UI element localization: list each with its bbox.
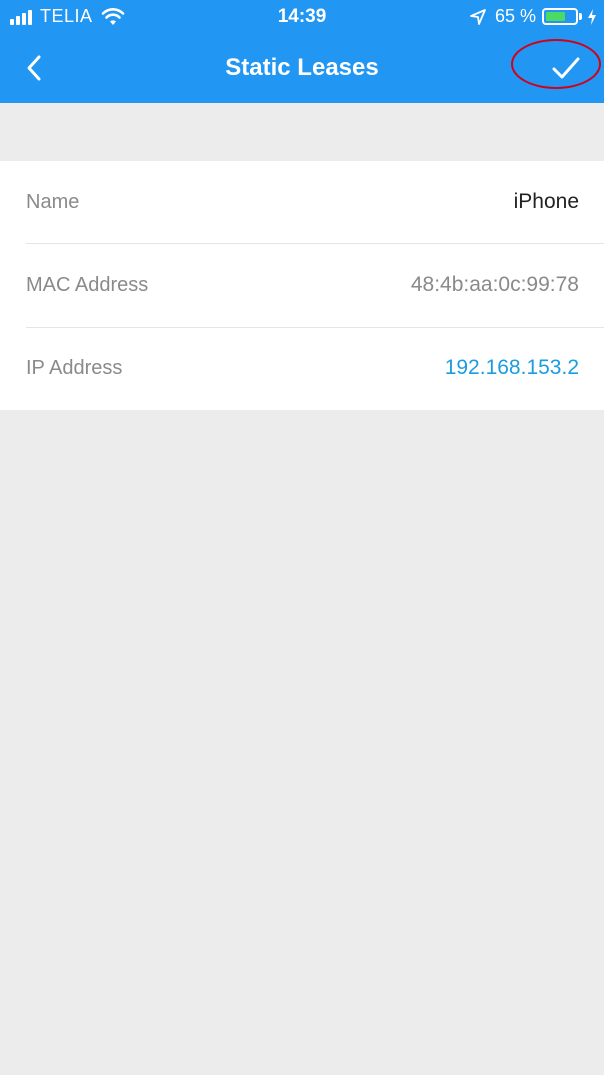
name-value: iPhone bbox=[513, 190, 579, 213]
page-title: Static Leases bbox=[225, 54, 379, 81]
ip-address-row[interactable]: IP Address 192.168.153.2 bbox=[0, 327, 604, 410]
name-label: Name bbox=[26, 191, 80, 213]
status-bar: TELIA 14:39 65 % bbox=[0, 0, 604, 34]
lease-details-card: Name iPhone MAC Address 48:4b:aa:0c:99:7… bbox=[0, 161, 604, 410]
battery-fill bbox=[546, 12, 565, 21]
confirm-button[interactable] bbox=[536, 48, 596, 88]
ip-address-value[interactable]: 192.168.153.2 bbox=[445, 356, 579, 380]
mac-address-value: 48:4b:aa:0c:99:78 bbox=[410, 273, 579, 296]
mac-address-label: MAC Address bbox=[26, 274, 149, 296]
nav-bar: Static Leases bbox=[0, 34, 604, 103]
name-row[interactable]: Name iPhone bbox=[0, 161, 604, 244]
ip-address-label: IP Address bbox=[26, 357, 123, 379]
app-header: TELIA 14:39 65 % Static Leases bbox=[0, 0, 604, 103]
checkmark-icon bbox=[552, 57, 580, 79]
battery-tip bbox=[579, 13, 582, 20]
battery-percent: 65 % bbox=[494, 6, 536, 26]
location-arrow-icon bbox=[470, 8, 486, 25]
status-right: 65 % bbox=[469, 6, 598, 27]
charging-bolt-icon bbox=[588, 8, 596, 25]
mac-address-row[interactable]: MAC Address 48:4b:aa:0c:99:78 bbox=[0, 244, 604, 327]
battery-icon bbox=[542, 8, 578, 25]
